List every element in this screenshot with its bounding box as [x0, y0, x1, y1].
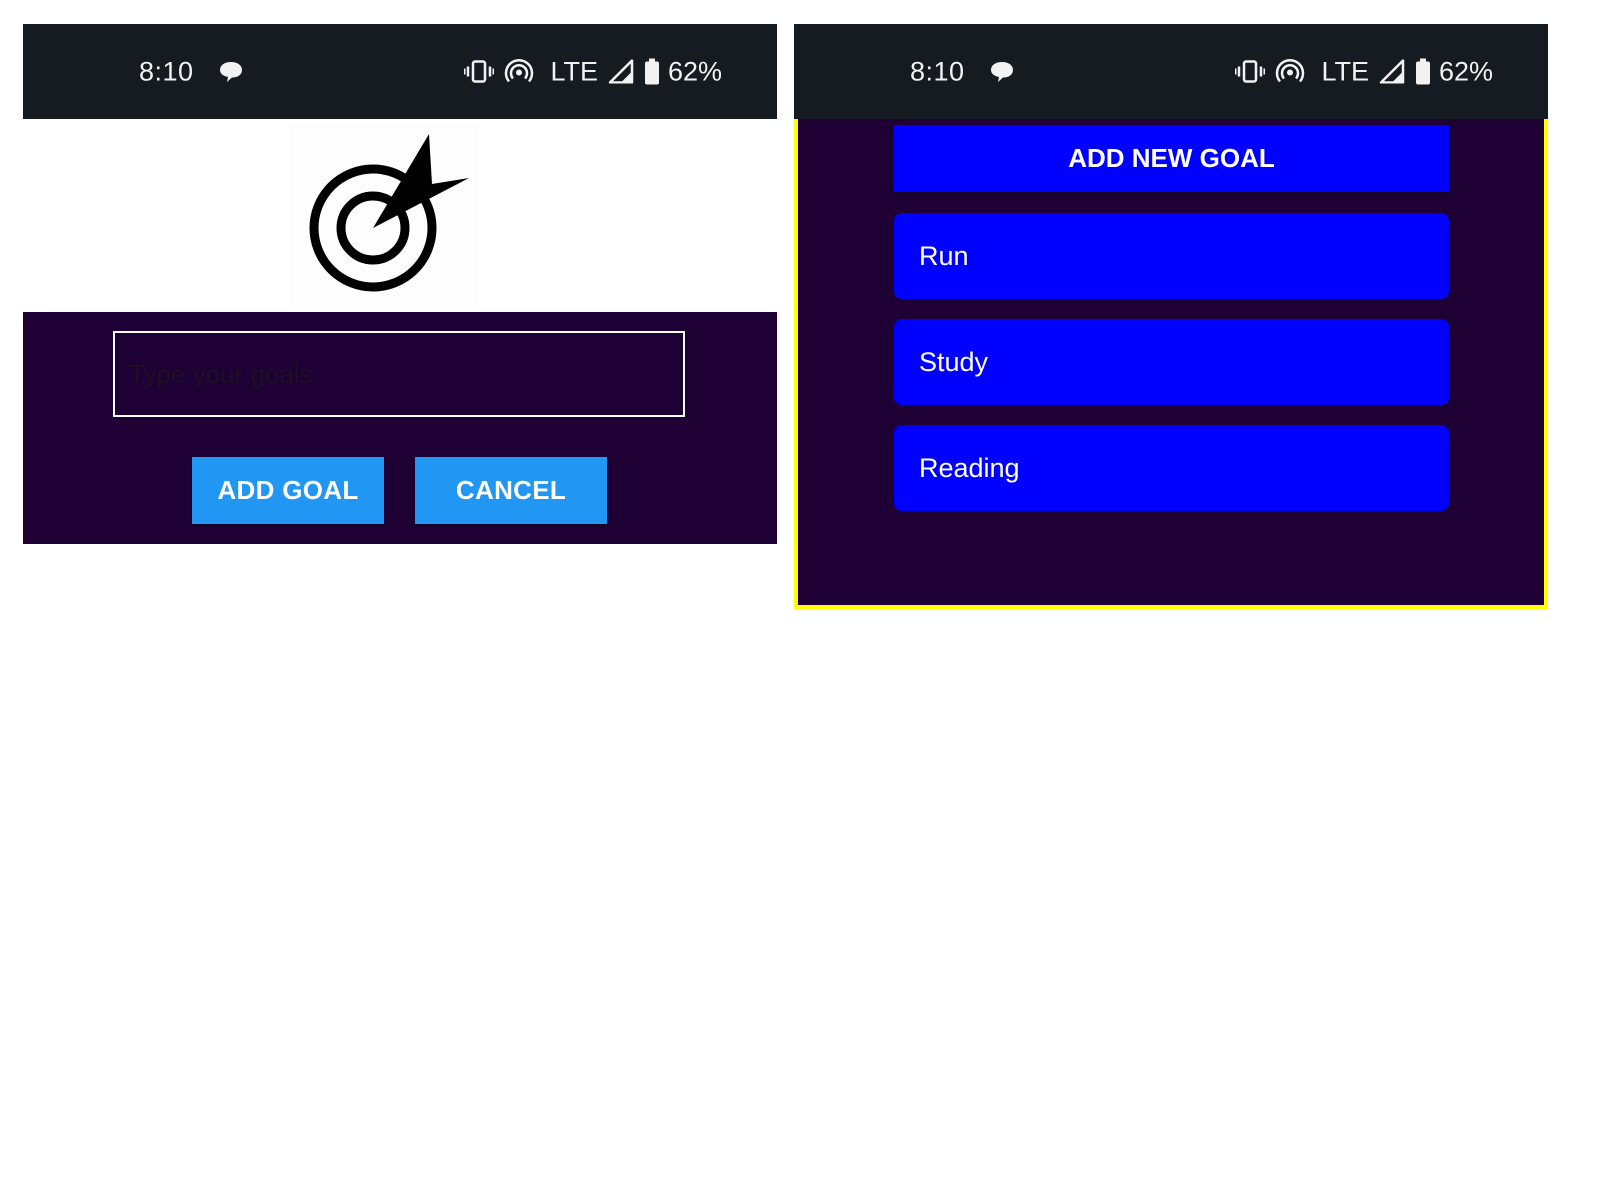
hotspot-icon: [505, 58, 534, 83]
target-icon: [309, 134, 469, 292]
goal-list-screen: 8:10 LTE 62% ADD NEW GOAL Run Study Read…: [794, 24, 1548, 609]
goal-item-run[interactable]: Run: [894, 213, 1449, 299]
vibrate-icon: [1235, 60, 1266, 83]
vibrate-icon: [464, 60, 495, 83]
status-icons: LTE 62%: [464, 56, 722, 87]
battery-icon: [1415, 58, 1430, 85]
status-time: 8:10: [139, 56, 194, 86]
hotspot-icon: [1276, 58, 1305, 83]
goal-list: ADD NEW GOAL Run Study Reading: [794, 119, 1548, 609]
add-goal-button[interactable]: ADD GOAL: [192, 457, 384, 524]
network-type: LTE: [1321, 56, 1369, 86]
battery-percent: 62%: [667, 56, 722, 86]
message-icon: [220, 61, 242, 82]
network-type: LTE: [550, 56, 598, 86]
goal-input[interactable]: [113, 331, 685, 417]
add-goal-screen: 8:10 LTE 62% Type your goals ADD GOAL CA…: [23, 24, 777, 544]
goal-form: ADD GOAL CANCEL: [23, 312, 777, 544]
signal-icon: [608, 59, 634, 84]
goal-item-study[interactable]: Study: [894, 319, 1449, 405]
status-icons: LTE 62%: [1235, 56, 1493, 87]
target-logo: [289, 124, 479, 310]
goal-item-reading[interactable]: Reading: [894, 425, 1449, 511]
battery-percent: 62%: [1438, 56, 1493, 86]
message-icon: [991, 61, 1013, 82]
battery-icon: [644, 58, 659, 85]
cancel-button[interactable]: CANCEL: [415, 457, 607, 524]
signal-icon: [1379, 59, 1405, 84]
status-time: 8:10: [910, 56, 965, 86]
add-new-goal-button[interactable]: ADD NEW GOAL: [894, 125, 1449, 192]
status-bar: 8:10 LTE 62%: [794, 24, 1548, 119]
logo-area: [23, 119, 777, 312]
status-bar: 8:10 LTE 62%: [23, 24, 777, 119]
